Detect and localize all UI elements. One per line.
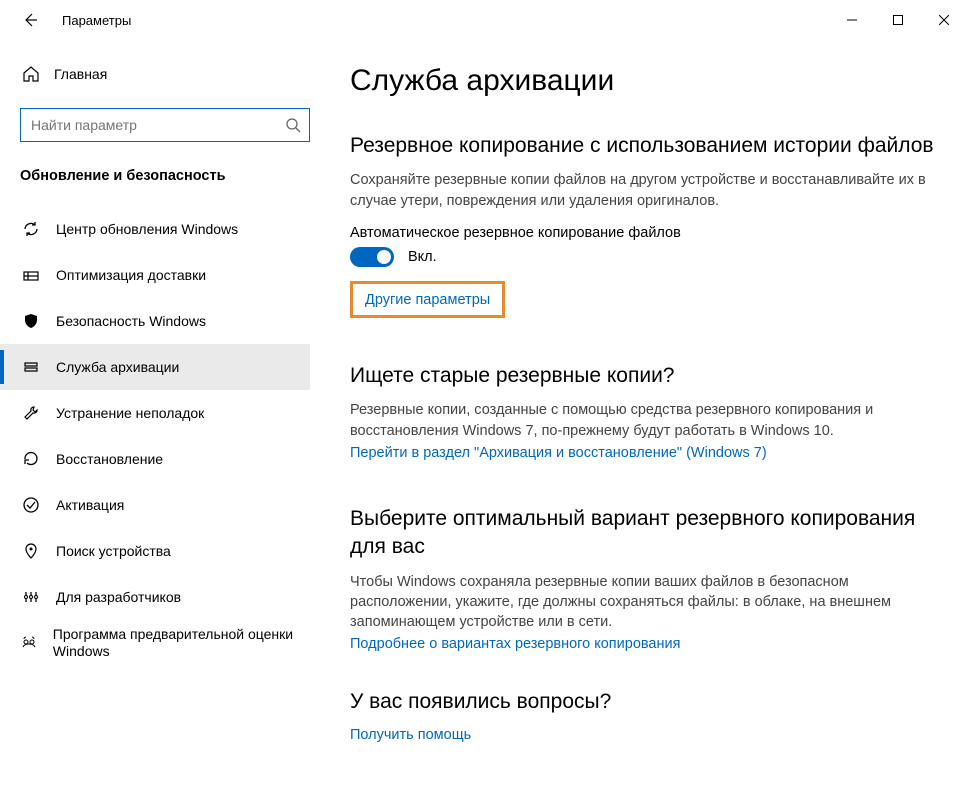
back-button[interactable] <box>20 10 40 30</box>
maximize-button[interactable] <box>875 4 921 36</box>
auto-backup-toggle[interactable] <box>350 247 394 267</box>
sidebar: Главная Обновление и безопасность Центр … <box>0 40 320 795</box>
sidebar-item-label: Программа предварительной оценки Windows <box>53 626 310 660</box>
sidebar-item-backup[interactable]: Служба архивации <box>0 344 310 390</box>
sidebar-item-label: Служба архивации <box>56 359 179 375</box>
titlebar: Параметры <box>0 0 967 40</box>
section-heading: Резервное копирование с использованием и… <box>350 132 937 160</box>
sidebar-nav: Центр обновления Windows Оптимизация дос… <box>0 206 310 666</box>
section-description: Сохраняйте резервные копии файлов на дру… <box>350 170 937 211</box>
more-options-link[interactable]: Другие параметры <box>350 281 505 318</box>
window-controls <box>829 4 967 36</box>
sidebar-item-label: Поиск устройства <box>56 543 171 559</box>
win7-backup-restore-link[interactable]: Перейти в раздел "Архивация и восстановл… <box>350 445 937 461</box>
section-description: Чтобы Windows сохраняла резервные копии … <box>350 572 937 633</box>
sidebar-item-insider-program[interactable]: Программа предварительной оценки Windows <box>0 620 310 666</box>
content: Служба архивации Резервное копирование с… <box>320 40 967 795</box>
section-choose-backup: Выберите оптимальный вариант резервного … <box>350 505 937 653</box>
home-icon <box>20 65 42 83</box>
learn-more-backup-link[interactable]: Подробнее о вариантах резервного копиров… <box>350 636 937 652</box>
sidebar-item-windows-security[interactable]: Безопасность Windows <box>0 298 310 344</box>
sidebar-item-delivery-optimization[interactable]: Оптимизация доставки <box>0 252 310 298</box>
delivery-icon <box>20 266 42 284</box>
section-heading: Ищете старые резервные копии? <box>350 362 937 390</box>
location-icon <box>20 542 42 560</box>
sidebar-item-label: Устранение неполадок <box>56 405 204 421</box>
recovery-icon <box>20 450 42 468</box>
page-title: Служба архивации <box>350 64 937 98</box>
minimize-button[interactable] <box>829 4 875 36</box>
home-link[interactable]: Главная <box>20 54 310 94</box>
section-heading: Выберите оптимальный вариант резервного … <box>350 505 937 562</box>
search-box[interactable] <box>20 108 310 142</box>
sidebar-item-label: Восстановление <box>56 451 163 467</box>
sidebar-item-windows-update[interactable]: Центр обновления Windows <box>0 206 310 252</box>
sidebar-item-troubleshoot[interactable]: Устранение неполадок <box>0 390 310 436</box>
backup-icon <box>20 358 42 376</box>
window-title: Параметры <box>62 13 131 28</box>
insider-icon <box>20 634 39 652</box>
search-icon <box>285 117 301 133</box>
sidebar-section-title: Обновление и безопасность <box>20 168 310 184</box>
sidebar-item-activation[interactable]: Активация <box>0 482 310 528</box>
sync-icon <box>20 220 42 238</box>
check-circle-icon <box>20 496 42 514</box>
toggle-state: Вкл. <box>408 249 437 265</box>
section-old-backups: Ищете старые резервные копии? Резервные … <box>350 362 937 461</box>
close-button[interactable] <box>921 4 967 36</box>
sidebar-item-label: Безопасность Windows <box>56 313 206 329</box>
sidebar-item-for-developers[interactable]: Для разработчиков <box>0 574 310 620</box>
wrench-icon <box>20 404 42 422</box>
sidebar-item-label: Центр обновления Windows <box>56 221 238 237</box>
sidebar-item-label: Для разработчиков <box>56 589 181 605</box>
home-label: Главная <box>54 66 107 82</box>
shield-icon <box>20 312 42 330</box>
sidebar-item-recovery[interactable]: Восстановление <box>0 436 310 482</box>
section-file-history: Резервное копирование с использованием и… <box>350 132 937 336</box>
get-help-link[interactable]: Получить помощь <box>350 727 937 743</box>
sidebar-item-find-device[interactable]: Поиск устройства <box>0 528 310 574</box>
section-heading: У вас появились вопросы? <box>350 688 937 716</box>
sidebar-item-label: Оптимизация доставки <box>56 267 206 283</box>
sidebar-item-label: Активация <box>56 497 124 513</box>
developer-icon <box>20 588 42 606</box>
section-questions: У вас появились вопросы? Получить помощь <box>350 688 937 742</box>
search-input[interactable] <box>29 116 285 134</box>
section-description: Резервные копии, созданные с помощью сре… <box>350 400 937 441</box>
toggle-label: Автоматическое резервное копирование фай… <box>350 225 937 241</box>
